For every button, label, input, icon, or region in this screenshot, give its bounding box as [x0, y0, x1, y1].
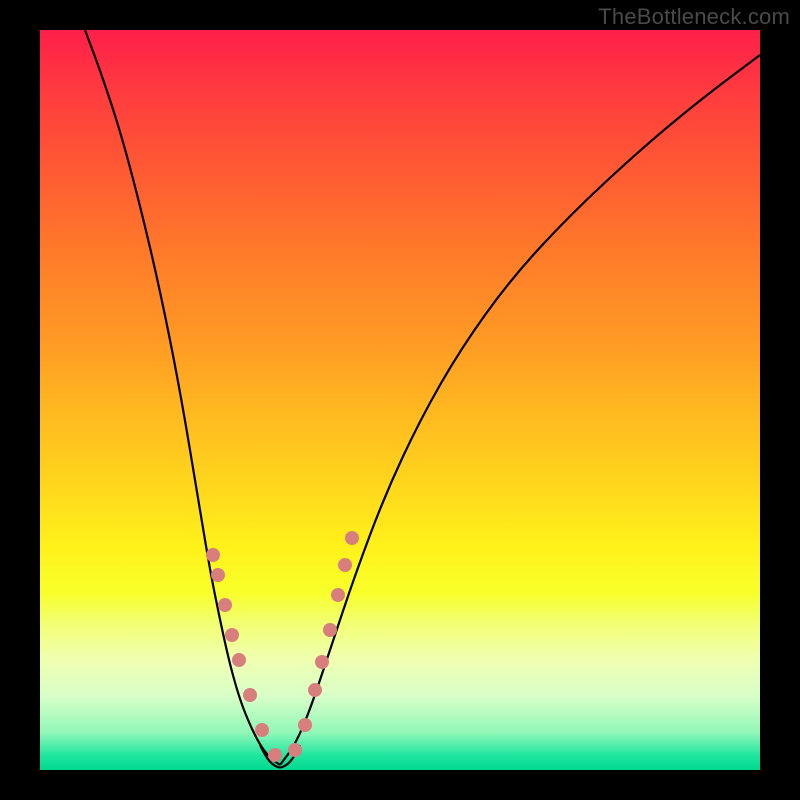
data-marker: [298, 718, 312, 732]
data-marker: [232, 653, 246, 667]
plot-area: [40, 30, 760, 770]
data-marker: [211, 568, 225, 582]
data-marker: [268, 748, 282, 762]
data-marker: [225, 628, 239, 642]
chart-frame: TheBottleneck.com: [0, 0, 800, 800]
data-marker: [331, 588, 345, 602]
data-marker: [206, 548, 220, 562]
curve-left-branch: [85, 30, 280, 765]
data-marker: [323, 623, 337, 637]
data-marker: [218, 598, 232, 612]
data-marker: [345, 531, 359, 545]
watermark-text: TheBottleneck.com: [598, 4, 790, 30]
data-marker: [338, 558, 352, 572]
curve-svg: [40, 30, 760, 770]
markers-right: [288, 531, 359, 757]
markers-left: [206, 548, 282, 762]
curve-right-branch: [280, 55, 760, 765]
data-marker: [308, 683, 322, 697]
data-marker: [288, 743, 302, 757]
data-marker: [243, 688, 257, 702]
data-marker: [255, 723, 269, 737]
data-marker: [315, 655, 329, 669]
